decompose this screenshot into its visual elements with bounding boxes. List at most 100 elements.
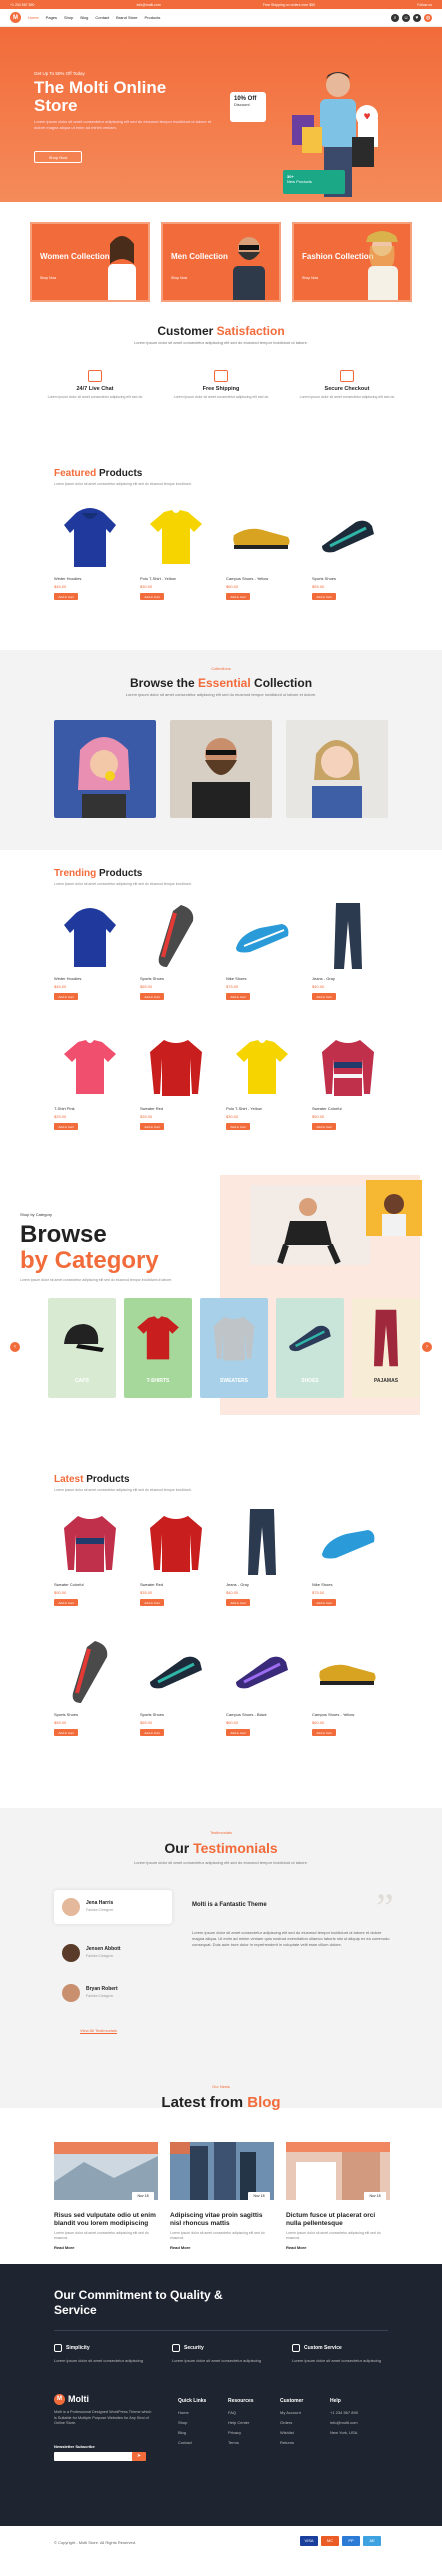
footer-link[interactable]: Terms — [228, 2440, 239, 2446]
product-image[interactable] — [312, 500, 384, 572]
nav-item-blog[interactable]: Blog — [80, 15, 88, 20]
product-name[interactable]: Sports Shoes — [54, 1712, 126, 1717]
product-name[interactable]: Sports Shoes — [140, 976, 212, 981]
product-card[interactable]: Sports Shoes $55.00 Add to Cart — [312, 500, 384, 600]
add-to-cart-button[interactable]: Add to Cart — [226, 1123, 250, 1130]
category-next-arrow[interactable]: › — [422, 1342, 432, 1352]
footer-link[interactable]: My Account — [280, 2410, 301, 2416]
product-image[interactable] — [140, 1636, 212, 1708]
product-name[interactable]: Sweater Colorful — [54, 1582, 126, 1587]
product-image[interactable] — [312, 1506, 384, 1578]
add-to-cart-button[interactable]: Add to Cart — [226, 993, 250, 1000]
add-to-cart-button[interactable]: Add to Cart — [226, 593, 250, 600]
product-name[interactable]: Nike Shoes — [312, 1582, 384, 1587]
add-to-cart-button[interactable]: Add to Cart — [54, 593, 78, 600]
add-to-cart-button[interactable]: Add to Cart — [140, 1599, 164, 1606]
product-card[interactable]: Sweater Colorful $50.00 Add to Cart — [54, 1506, 126, 1606]
collection-fashion[interactable]: Fashion Collection Shop Now — [292, 222, 412, 302]
footer-email[interactable]: info@molti.com — [330, 2420, 358, 2426]
add-to-cart-button[interactable]: Add to Cart — [312, 1729, 336, 1736]
newsletter-submit-button[interactable]: ➤ — [132, 2452, 146, 2461]
nav-item-products[interactable]: Products — [145, 15, 161, 20]
product-card[interactable]: Nike Shoes $75.00 Add to Cart — [226, 900, 298, 1000]
product-image[interactable] — [226, 1506, 298, 1578]
view-all-testimonials-link[interactable]: View All Testimonials — [80, 2028, 117, 2033]
product-name[interactable]: Polo T-Shirt - Yellow — [226, 1106, 298, 1111]
product-card[interactable]: Nike Shoes $75.00 Add to Cart — [312, 1506, 384, 1606]
category-card-shoes[interactable]: SHOES — [276, 1298, 344, 1398]
product-card[interactable]: Winter Hoodies $45.00 Add to Cart — [54, 500, 126, 600]
product-name[interactable]: Winter Hoodies — [54, 976, 126, 981]
add-to-cart-button[interactable]: Add to Cart — [54, 1729, 78, 1736]
add-to-cart-button[interactable]: Add to Cart — [312, 1123, 336, 1130]
product-name[interactable]: Jeans - Gray — [226, 1582, 298, 1587]
user-icon[interactable]: ☺ — [402, 13, 410, 22]
nav-item-shop[interactable]: Shop — [64, 15, 73, 20]
blog-post-title[interactable]: Adipiscing vitae proin sagittis nisl rho… — [170, 2212, 274, 2227]
category-card-tshirts[interactable]: T-SHIRTS — [124, 1298, 192, 1398]
product-name[interactable]: Polo T-Shirt - Yellow — [140, 576, 212, 581]
blog-post-title[interactable]: Risus sed vulputate odio ut enim blandit… — [54, 2212, 158, 2227]
category-card-caps[interactable]: CAPS — [48, 1298, 116, 1398]
read-more-link[interactable]: Read More — [170, 2245, 274, 2250]
product-image[interactable] — [226, 1030, 298, 1102]
category-card-sweaters[interactable]: SWEATERS — [200, 1298, 268, 1398]
product-card[interactable]: Polo T-Shirt - Yellow $30.00 Add to Cart — [226, 1030, 298, 1130]
logo[interactable]: M — [10, 12, 21, 23]
blog-post[interactable]: Nov 18 Adipiscing vitae proin sagittis n… — [170, 2142, 274, 2252]
add-to-cart-button[interactable]: Add to Cart — [140, 593, 164, 600]
product-card[interactable]: Winter Hoodies $45.00 Add to Cart — [54, 900, 126, 1000]
heart-icon[interactable]: ♥ — [413, 13, 421, 22]
product-card[interactable]: T-Shirt Pink $25.00 Add to Cart — [54, 1030, 126, 1130]
add-to-cart-button[interactable]: Add to Cart — [312, 993, 336, 1000]
nav-item-home[interactable]: Home — [28, 15, 39, 20]
product-name[interactable]: Campus Shoes - Yellow — [226, 576, 298, 581]
category-card-pajamas[interactable]: PAJAMAS — [352, 1298, 420, 1398]
add-to-cart-button[interactable]: Add to Cart — [140, 1123, 164, 1130]
nav-item-pages[interactable]: Pages — [46, 15, 57, 20]
product-card[interactable]: Jeans - Gray $40.00 Add to Cart — [226, 1506, 298, 1606]
product-card[interactable]: Jeans - Gray $40.00 Add to Cart — [312, 900, 384, 1000]
product-name[interactable]: Sweater Colorful — [312, 1106, 384, 1111]
footer-logo-icon[interactable]: M — [54, 2394, 65, 2405]
essential-image-3[interactable] — [286, 720, 388, 818]
add-to-cart-button[interactable]: Add to Cart — [54, 993, 78, 1000]
add-to-cart-button[interactable]: Add to Cart — [54, 1599, 78, 1606]
add-to-cart-button[interactable]: Add to Cart — [312, 1599, 336, 1606]
add-to-cart-button[interactable]: Add to Cart — [226, 1599, 250, 1606]
collection-men[interactable]: Men Collection Shop Now — [161, 222, 281, 302]
product-card[interactable]: Sweater Colorful $50.00 Add to Cart — [312, 1030, 384, 1130]
footer-link[interactable]: Returns — [280, 2440, 294, 2446]
hero-shop-button[interactable]: Shop Now — [34, 151, 82, 163]
collection-women[interactable]: Women Collection Shop Now — [30, 222, 150, 302]
blog-image[interactable]: Nov 18 — [54, 2142, 158, 2200]
read-more-link[interactable]: Read More — [286, 2245, 390, 2250]
product-name[interactable]: Sports Shoes — [140, 1712, 212, 1717]
footer-link[interactable]: Contact — [178, 2440, 192, 2446]
footer-logo-text[interactable]: Molti — [68, 2394, 89, 2404]
product-name[interactable]: Jeans - Gray — [312, 976, 384, 981]
product-image[interactable] — [226, 900, 298, 972]
product-name[interactable]: Winter Hoodies — [54, 576, 126, 581]
product-image[interactable] — [54, 500, 126, 572]
footer-link[interactable]: Home — [178, 2410, 189, 2416]
blog-post-title[interactable]: Dictum fusce ut placerat orci nulla pell… — [286, 2212, 390, 2227]
product-name[interactable]: Campus Shoes - Black — [226, 1712, 298, 1717]
topbar-email[interactable]: info@molti.com — [137, 3, 161, 7]
product-name[interactable]: Nike Shoes — [226, 976, 298, 981]
nav-item-contact[interactable]: Contact — [95, 15, 109, 20]
topbar-phone[interactable]: +1 234 567 890 — [10, 3, 34, 7]
nav-item-brand-store[interactable]: Brand Store — [116, 15, 137, 20]
product-image[interactable] — [226, 1636, 298, 1708]
testimonial-person-card[interactable]: Jensen Abbott Fashion Designer — [54, 1936, 172, 1970]
essential-image-1[interactable] — [54, 720, 156, 818]
footer-link[interactable]: Orders — [280, 2420, 292, 2426]
product-image[interactable] — [54, 1030, 126, 1102]
testimonial-person-card[interactable]: Jena Harris Fashion Designer — [54, 1890, 172, 1924]
add-to-cart-button[interactable]: Add to Cart — [140, 993, 164, 1000]
product-image[interactable] — [226, 500, 298, 572]
product-name[interactable]: Campus Shoes - Yellow — [312, 1712, 384, 1717]
search-icon[interactable]: ⌕ — [391, 13, 399, 22]
newsletter-input[interactable] — [54, 2452, 134, 2461]
product-card[interactable]: Campus Shoes - Yellow $60.00 Add to Cart — [312, 1636, 384, 1736]
